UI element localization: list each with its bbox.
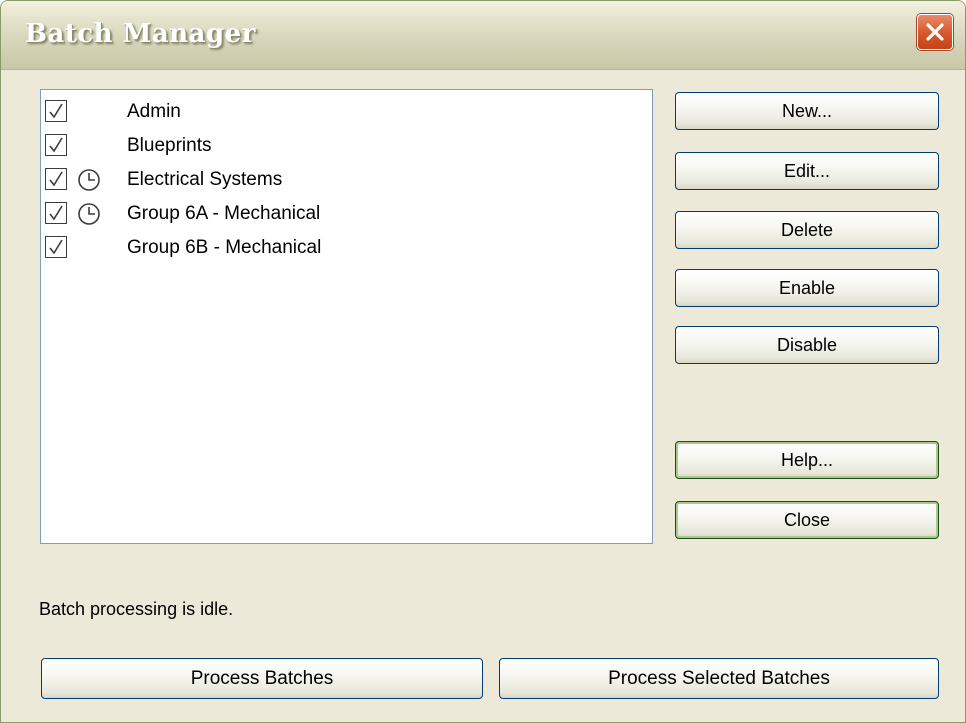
list-item[interactable]: Electrical Systems	[41, 164, 641, 198]
checkmark-icon	[49, 137, 63, 153]
batch-checkbox[interactable]	[45, 168, 67, 190]
checkmark-icon	[49, 103, 63, 119]
new-button[interactable]: New...	[675, 92, 939, 130]
edit-button[interactable]: Edit...	[675, 152, 939, 190]
batch-manager-window: Batch Manager Admin Blueprints Electrica…	[0, 0, 966, 723]
list-item[interactable]: Admin	[41, 96, 641, 130]
batch-list[interactable]: Admin Blueprints Electrical Systems Grou…	[40, 89, 653, 544]
window-title: Batch Manager	[25, 19, 256, 49]
clock-icon	[78, 203, 100, 225]
checkmark-icon	[49, 171, 63, 187]
close-icon	[926, 23, 944, 41]
batch-checkbox[interactable]	[45, 236, 67, 258]
process-selected-batches-button[interactable]: Process Selected Batches	[499, 658, 939, 699]
batch-label: Group 6A - Mechanical	[127, 203, 321, 224]
title-bar: Batch Manager	[1, 1, 965, 70]
clock-icon	[78, 169, 100, 191]
batch-label: Group 6B - Mechanical	[127, 237, 322, 258]
batch-checkbox[interactable]	[45, 134, 67, 156]
disable-button[interactable]: Disable	[675, 326, 939, 364]
delete-button[interactable]: Delete	[675, 211, 939, 249]
batch-label: Admin	[127, 101, 181, 122]
batch-checkbox[interactable]	[45, 100, 67, 122]
close-window-button[interactable]	[917, 14, 953, 50]
process-batches-button[interactable]: Process Batches	[41, 658, 483, 699]
batch-label: Blueprints	[127, 135, 212, 156]
status-text: Batch processing is idle.	[39, 599, 234, 619]
list-item[interactable]: Group 6B - Mechanical	[41, 232, 641, 266]
batch-checkbox[interactable]	[45, 202, 67, 224]
list-item[interactable]: Blueprints	[41, 130, 641, 164]
checkmark-icon	[49, 239, 63, 255]
batch-label: Electrical Systems	[127, 169, 283, 190]
checkmark-icon	[49, 205, 63, 221]
close-button[interactable]: Close	[675, 501, 939, 539]
help-button[interactable]: Help...	[675, 441, 939, 479]
enable-button[interactable]: Enable	[675, 269, 939, 307]
dialog-body: Admin Blueprints Electrical Systems Grou…	[1, 70, 965, 722]
list-item[interactable]: Group 6A - Mechanical	[41, 198, 641, 232]
